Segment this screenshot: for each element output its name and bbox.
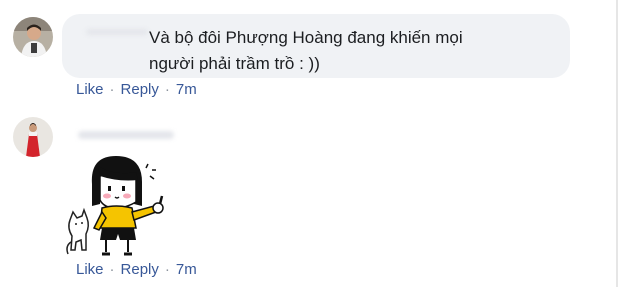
scrollbar-edge xyxy=(616,0,618,287)
girl-pointing-with-cat-sticker xyxy=(64,150,184,260)
timestamp[interactable]: 7m xyxy=(176,81,197,98)
reply-link[interactable]: Reply xyxy=(121,81,159,98)
commenter-avatar[interactable] xyxy=(13,17,53,57)
comment-bubble: Và bộ đôi Phượng Hoàng đang khiến mọi ng… xyxy=(62,14,570,78)
blurred-author-name xyxy=(78,131,174,139)
like-link[interactable]: Like xyxy=(76,81,104,98)
timestamp[interactable]: 7m xyxy=(176,261,197,278)
comment-text: Và bộ đôi Phượng Hoàng đang khiến mọi ng… xyxy=(149,28,463,73)
separator-dot: · xyxy=(164,81,170,98)
comment-actions: Like · Reply · 7m xyxy=(76,261,197,278)
separator-dot: · xyxy=(109,261,115,278)
commenter-avatar[interactable] xyxy=(13,117,53,157)
separator-dot: · xyxy=(109,81,115,98)
like-link[interactable]: Like xyxy=(76,261,104,278)
separator-dot: · xyxy=(164,261,170,278)
comment-actions: Like · Reply · 7m xyxy=(76,81,197,98)
reply-link[interactable]: Reply xyxy=(121,261,159,278)
blurred-author-name xyxy=(86,29,148,35)
